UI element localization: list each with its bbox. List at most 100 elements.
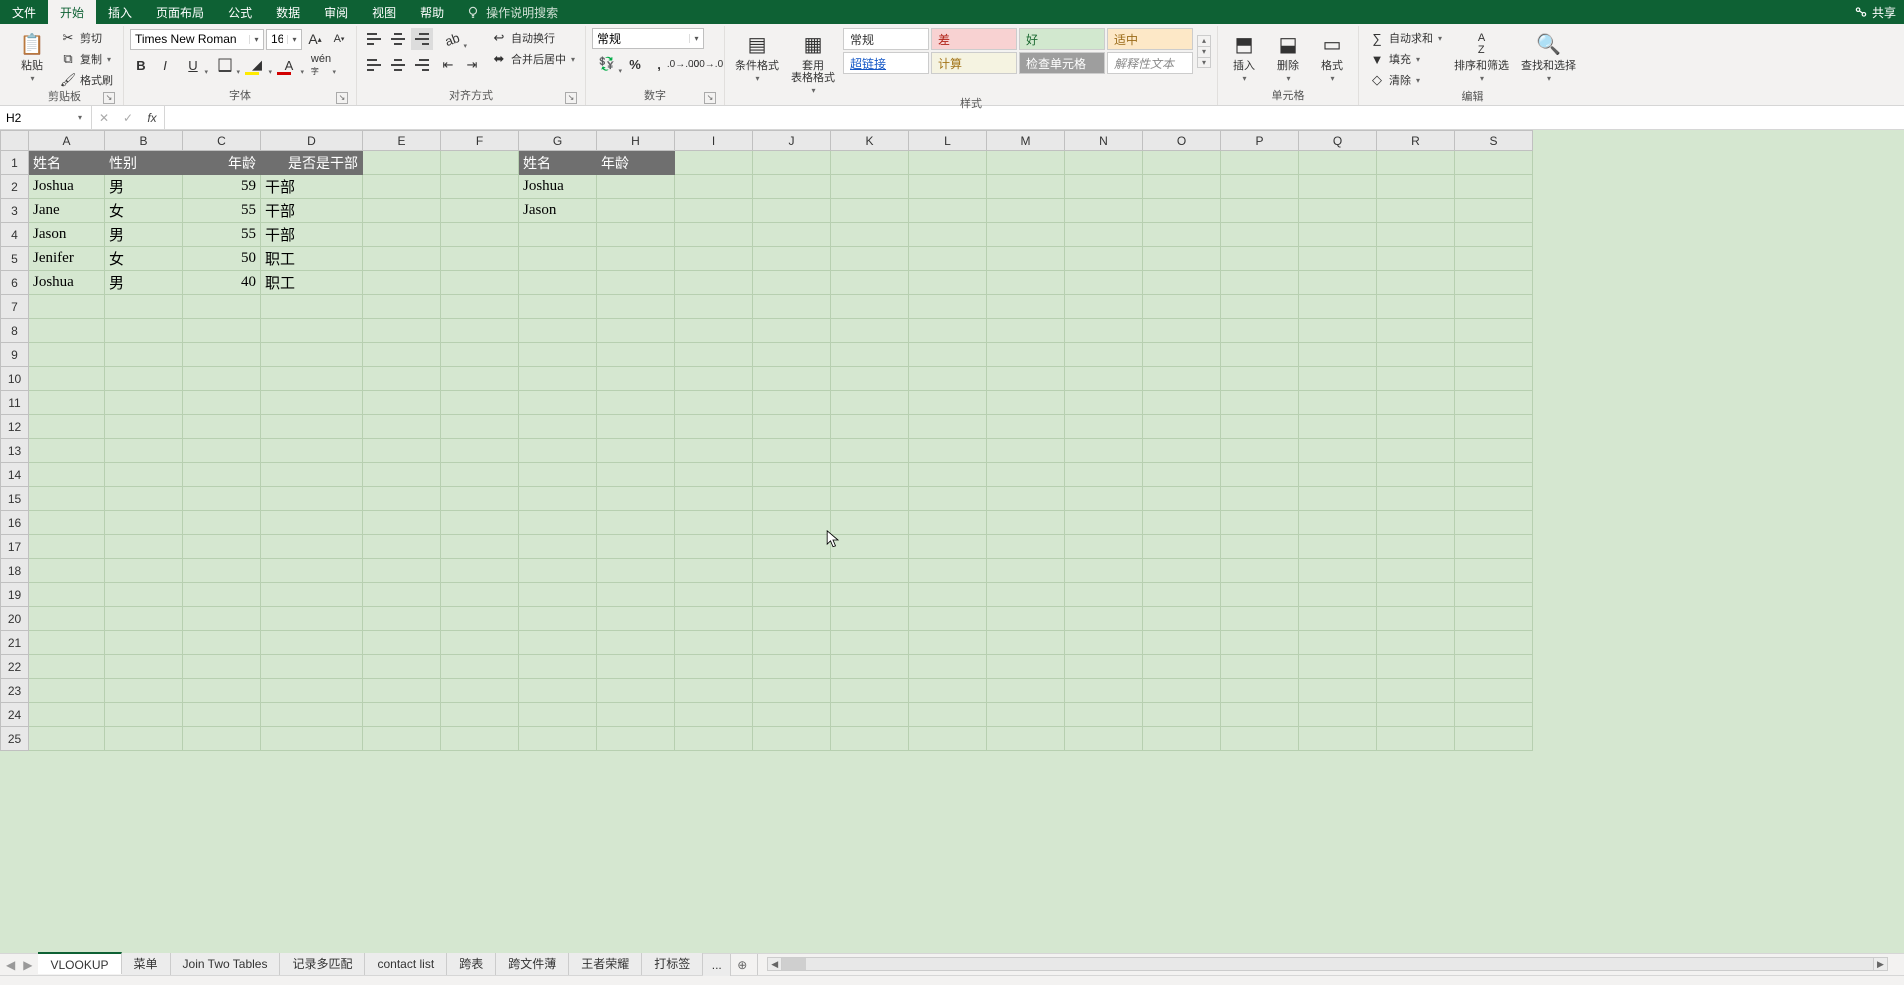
align-middle-button[interactable] <box>387 28 409 50</box>
cell-R9[interactable] <box>1377 343 1455 367</box>
prev-sheet-button[interactable]: ◀ <box>6 958 15 972</box>
sheet-tab-王者荣耀[interactable]: 王者荣耀 <box>569 953 642 975</box>
cell-S6[interactable] <box>1455 271 1533 295</box>
cell-N13[interactable] <box>1065 439 1143 463</box>
name-box-dropdown[interactable]: ▾ <box>72 113 88 122</box>
decrease-indent-button[interactable]: ⇤ <box>437 54 459 76</box>
chevron-down-icon[interactable]: ▾ <box>689 34 703 43</box>
row-header-4[interactable]: 4 <box>1 223 29 247</box>
cell-P22[interactable] <box>1221 655 1299 679</box>
cell-K9[interactable] <box>831 343 909 367</box>
cell-A20[interactable] <box>29 607 105 631</box>
cell-S2[interactable] <box>1455 175 1533 199</box>
cell-P13[interactable] <box>1221 439 1299 463</box>
cell-O24[interactable] <box>1143 703 1221 727</box>
cell-I21[interactable] <box>675 631 753 655</box>
cell-H15[interactable] <box>597 487 675 511</box>
cell-M19[interactable] <box>987 583 1065 607</box>
cell-P24[interactable] <box>1221 703 1299 727</box>
cell-N14[interactable] <box>1065 463 1143 487</box>
cell-J13[interactable] <box>753 439 831 463</box>
row-header-22[interactable]: 22 <box>1 655 29 679</box>
cell-E14[interactable] <box>363 463 441 487</box>
cell-I2[interactable] <box>675 175 753 199</box>
cell-M12[interactable] <box>987 415 1065 439</box>
cell-R18[interactable] <box>1377 559 1455 583</box>
cell-K7[interactable] <box>831 295 909 319</box>
row-header-11[interactable]: 11 <box>1 391 29 415</box>
cell-H4[interactable] <box>597 223 675 247</box>
cell-K15[interactable] <box>831 487 909 511</box>
cell-C4[interactable]: 55 <box>183 223 261 247</box>
tab-insert[interactable]: 插入 <box>96 0 144 24</box>
tab-data[interactable]: 数据 <box>264 0 312 24</box>
cell-F16[interactable] <box>441 511 519 535</box>
row-header-18[interactable]: 18 <box>1 559 29 583</box>
cell-H21[interactable] <box>597 631 675 655</box>
cell-N21[interactable] <box>1065 631 1143 655</box>
cell-styles-gallery[interactable]: 常规差好适中超链接计算检查单元格解释性文本 <box>843 28 1193 74</box>
cell-O17[interactable] <box>1143 535 1221 559</box>
number-format-input[interactable] <box>593 32 689 46</box>
cell-N24[interactable] <box>1065 703 1143 727</box>
cell-E11[interactable] <box>363 391 441 415</box>
cell-L14[interactable] <box>909 463 987 487</box>
cell-Q22[interactable] <box>1299 655 1377 679</box>
cell-K22[interactable] <box>831 655 909 679</box>
cell-D8[interactable] <box>261 319 363 343</box>
cell-E2[interactable] <box>363 175 441 199</box>
wrap-text-button[interactable]: ↩自动换行 <box>487 28 579 48</box>
cell-C14[interactable] <box>183 463 261 487</box>
cell-I12[interactable] <box>675 415 753 439</box>
row-header-20[interactable]: 20 <box>1 607 29 631</box>
cell-D2[interactable]: 干部 <box>261 175 363 199</box>
cell-F11[interactable] <box>441 391 519 415</box>
cell-M18[interactable] <box>987 559 1065 583</box>
cell-J7[interactable] <box>753 295 831 319</box>
cell-N2[interactable] <box>1065 175 1143 199</box>
row-header-12[interactable]: 12 <box>1 415 29 439</box>
cell-O25[interactable] <box>1143 727 1221 751</box>
cell-O21[interactable] <box>1143 631 1221 655</box>
cell-I8[interactable] <box>675 319 753 343</box>
select-all-button[interactable] <box>1 131 29 151</box>
cell-Q1[interactable] <box>1299 151 1377 175</box>
cell-B5[interactable]: 女 <box>105 247 183 271</box>
gallery-more-button[interactable]: ▾ <box>1197 57 1211 68</box>
cell-F17[interactable] <box>441 535 519 559</box>
cell-C12[interactable] <box>183 415 261 439</box>
cell-K13[interactable] <box>831 439 909 463</box>
font-size-input[interactable] <box>267 32 287 46</box>
cell-K5[interactable] <box>831 247 909 271</box>
cell-style-7[interactable]: 解释性文本 <box>1107 52 1193 74</box>
tab-layout[interactable]: 页面布局 <box>144 0 216 24</box>
align-right-button[interactable] <box>411 54 433 76</box>
cell-H12[interactable] <box>597 415 675 439</box>
cell-G7[interactable] <box>519 295 597 319</box>
cell-B25[interactable] <box>105 727 183 751</box>
cell-O5[interactable] <box>1143 247 1221 271</box>
cell-P11[interactable] <box>1221 391 1299 415</box>
cell-J20[interactable] <box>753 607 831 631</box>
cell-R19[interactable] <box>1377 583 1455 607</box>
cell-M24[interactable] <box>987 703 1065 727</box>
cell-S12[interactable] <box>1455 415 1533 439</box>
cell-R8[interactable] <box>1377 319 1455 343</box>
cell-S15[interactable] <box>1455 487 1533 511</box>
cell-Q16[interactable] <box>1299 511 1377 535</box>
cell-G6[interactable] <box>519 271 597 295</box>
cell-S20[interactable] <box>1455 607 1533 631</box>
font-family-input[interactable] <box>131 32 249 46</box>
cell-G11[interactable] <box>519 391 597 415</box>
cell-E20[interactable] <box>363 607 441 631</box>
share-button[interactable]: 共享 <box>1854 0 1896 24</box>
cell-Q6[interactable] <box>1299 271 1377 295</box>
sheet-tab-记录多匹配[interactable]: 记录多匹配 <box>280 953 365 975</box>
chevron-down-icon[interactable]: ▾ <box>287 35 301 44</box>
cell-R15[interactable] <box>1377 487 1455 511</box>
font-dialog-launcher[interactable]: ↘ <box>336 92 348 104</box>
cell-R24[interactable] <box>1377 703 1455 727</box>
cancel-formula-button[interactable]: ✕ <box>92 111 116 125</box>
cell-P5[interactable] <box>1221 247 1299 271</box>
col-header-N[interactable]: N <box>1065 131 1143 151</box>
